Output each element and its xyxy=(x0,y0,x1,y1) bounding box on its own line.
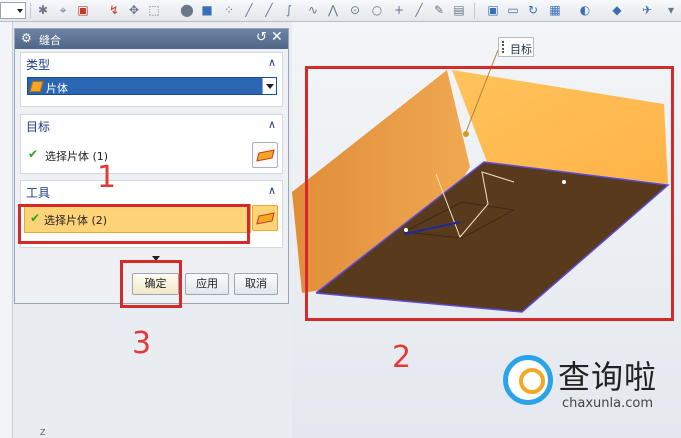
watermark-cn-text: 查询啦 xyxy=(558,358,658,396)
axis-triad-icon: Z xyxy=(40,428,46,437)
type-select[interactable]: 片体 xyxy=(27,77,277,95)
left-resource-bar xyxy=(0,22,13,438)
select-face-button[interactable] xyxy=(252,205,278,231)
reset-icon[interactable]: ↺ xyxy=(256,30,267,45)
solid-icon[interactable]: ⬤ xyxy=(180,3,194,17)
type-select-value: 片体 xyxy=(46,82,68,95)
orient-icon[interactable]: ✈ xyxy=(640,3,654,17)
snap-icon[interactable]: ✱ xyxy=(36,3,50,17)
point-filter-icon[interactable]: ⌖ xyxy=(56,3,70,17)
collapse-icon[interactable]: ∧ xyxy=(268,118,276,131)
toolbar-separator xyxy=(474,3,475,19)
toolbar-dropdown[interactable] xyxy=(0,2,26,19)
tool-group-label: 工具 xyxy=(26,186,51,200)
dialog-title: 缝合 xyxy=(39,34,61,47)
chevron-down-icon xyxy=(17,9,23,13)
type-group-label: 类型 xyxy=(26,58,51,72)
annotation-box-2 xyxy=(305,66,674,321)
axis-icon[interactable]: ↯ xyxy=(107,3,121,17)
circle-center-icon[interactable]: ⊙ xyxy=(348,3,362,17)
collapse-icon[interactable]: ∧ xyxy=(268,56,276,69)
line-icon[interactable]: ╱ xyxy=(242,3,256,17)
target-label-text: 目标 xyxy=(510,43,532,56)
move-icon[interactable]: ✥ xyxy=(127,3,141,17)
curve-icon[interactable]: ∫ xyxy=(282,3,296,17)
annotation-number-3: 3 xyxy=(132,326,152,361)
target-label-tag: 目标 xyxy=(498,37,534,57)
collapse-icon[interactable]: ∧ xyxy=(268,184,276,197)
sheet-face-icon xyxy=(256,212,275,225)
slash-icon[interactable]: ╱ xyxy=(412,3,426,17)
close-icon[interactable]: ✕ xyxy=(271,29,283,45)
sheet-icon xyxy=(29,81,44,92)
target-group: 目标 ∧ ✔ 选择片体 (1) xyxy=(20,114,283,174)
dialog-titlebar: ⚙ 缝合 ↺ ✕ xyxy=(15,29,288,49)
watermark-en-text: chaxunla.com xyxy=(562,396,653,411)
target-select-row[interactable]: ✔ 选择片体 (1) xyxy=(25,143,225,167)
select-face-button[interactable] xyxy=(252,142,278,168)
refresh-icon[interactable]: ↻ xyxy=(526,3,540,17)
watermark: 查询啦 chaxunla.com xyxy=(500,352,681,414)
type-group: 类型 ∧ 片体 xyxy=(20,52,283,107)
annotation-number-2: 2 xyxy=(392,340,412,375)
view-icon[interactable]: ▣ xyxy=(486,3,500,17)
check-icon: ✔ xyxy=(28,147,39,161)
polyline-icon[interactable]: ⋀ xyxy=(326,3,340,17)
annotation-number-1: 1 xyxy=(97,160,117,195)
toolbar-separator xyxy=(30,3,31,19)
chevron-down-icon[interactable]: ▾ xyxy=(664,3,678,17)
render-icon[interactable]: ◐ xyxy=(578,3,592,17)
shade-icon[interactable]: ◆ xyxy=(610,3,624,17)
screen-icon[interactable]: ▭ xyxy=(506,3,520,17)
snap-point-icon[interactable]: ▣ xyxy=(76,3,90,17)
annotation-box-3 xyxy=(120,260,182,308)
apply-button[interactable]: 应用 xyxy=(185,273,229,295)
pencil-icon[interactable]: ✎ xyxy=(432,3,446,17)
chevron-down-icon[interactable] xyxy=(262,78,276,94)
top-toolbar: ✱ ⌖ ▣ ↯ ✥ ⬚ ⬤ ■ ⁘ ╱ ╱ ∫ ∿ ⋀ ⊙ ○ + ╱ ✎ ▤ … xyxy=(0,0,681,22)
target-group-label: 目标 xyxy=(26,120,51,134)
gear-icon[interactable]: ⚙ xyxy=(21,31,32,45)
plus-icon[interactable]: + xyxy=(392,3,406,17)
annotation-box-1 xyxy=(18,204,250,244)
watermark-logo-icon xyxy=(503,355,553,405)
layer-icon[interactable]: ▤ xyxy=(452,3,466,17)
grid-icon[interactable]: ▦ xyxy=(548,3,562,17)
grip-icon xyxy=(502,41,507,53)
cancel-button[interactable]: 取消 xyxy=(234,273,278,295)
points-icon[interactable]: ⁘ xyxy=(222,3,236,17)
circle-icon[interactable]: ○ xyxy=(370,3,384,17)
cube-icon[interactable]: ■ xyxy=(200,3,214,17)
line-icon-2[interactable]: ╱ xyxy=(262,3,276,17)
sheet-face-icon xyxy=(256,149,275,162)
spline-icon[interactable]: ∿ xyxy=(306,3,320,17)
box-select-icon[interactable]: ⬚ xyxy=(147,3,161,17)
